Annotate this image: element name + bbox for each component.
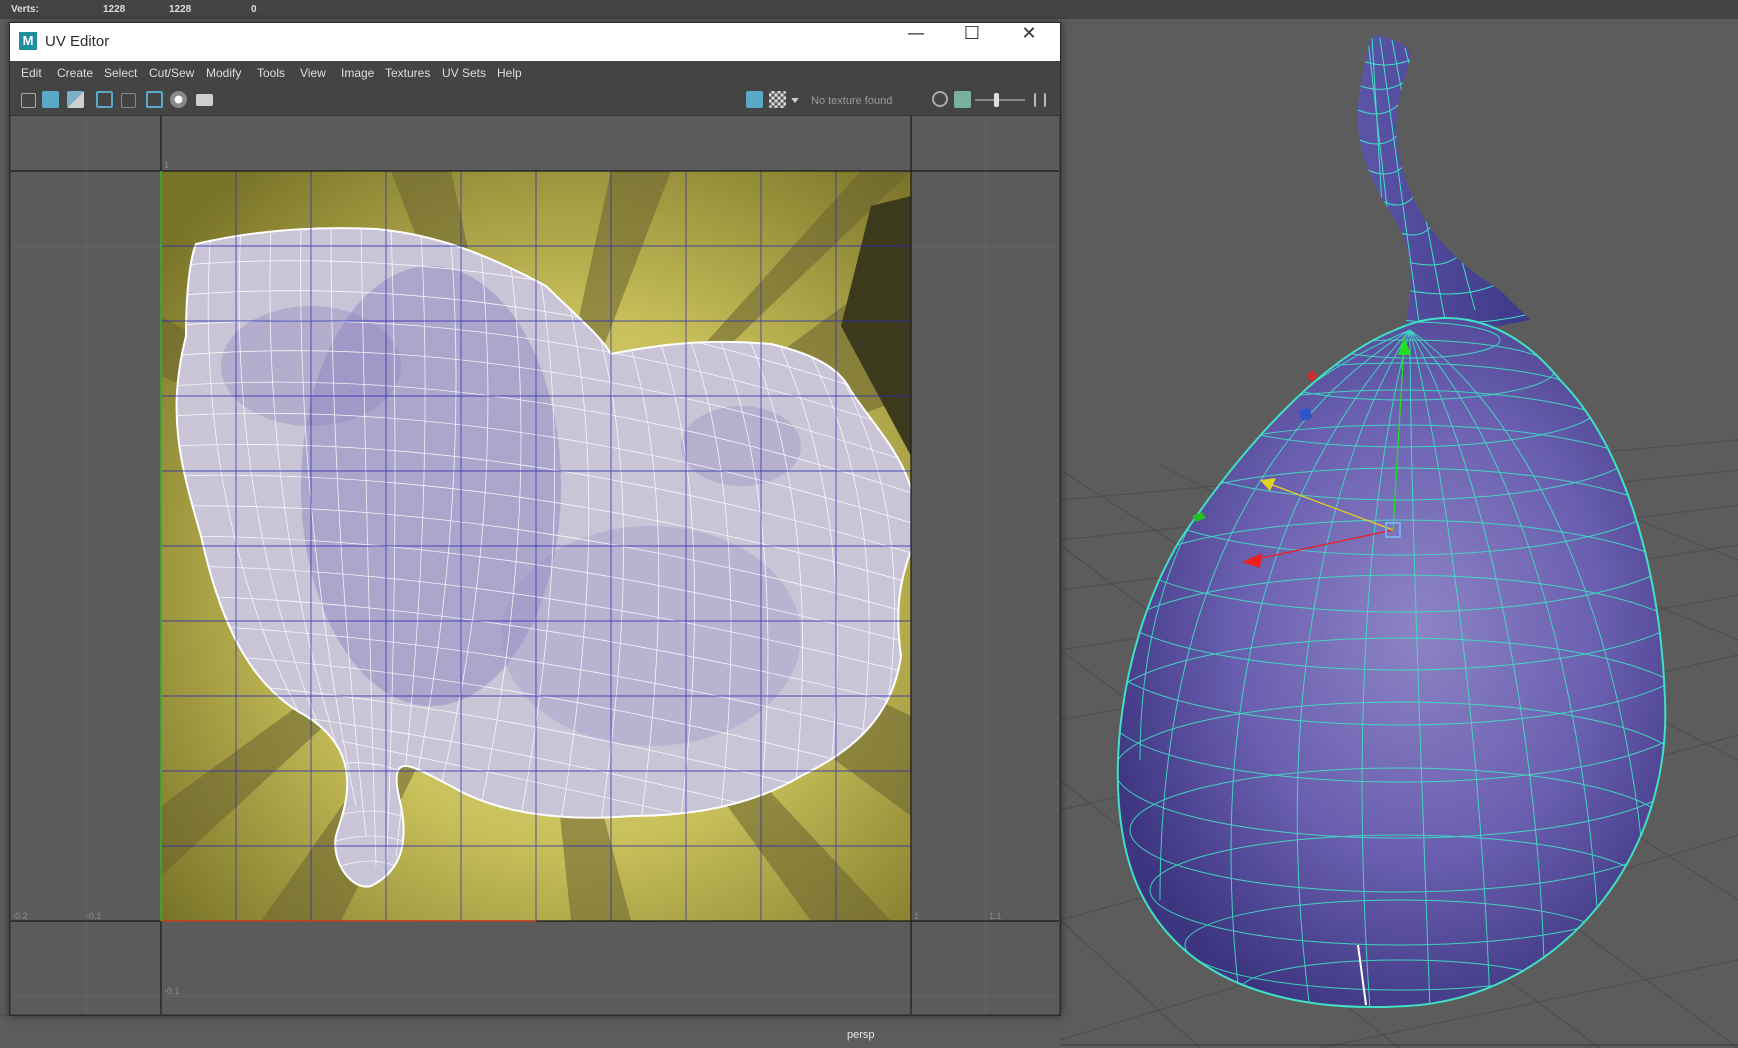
distortion-icon[interactable]	[67, 91, 84, 108]
verts-count-2: 1228	[169, 4, 192, 15]
verts-count-1: 1228	[103, 4, 126, 15]
uv-graph[interactable]	[11, 116, 1059, 1014]
uv-canvas[interactable]: -0.2 -0.1 1 1.1 1 -0.1	[11, 116, 1059, 1014]
checker-tiles-icon[interactable]	[769, 91, 786, 108]
texture-borders-icon[interactable]	[42, 91, 59, 108]
pixel-snap-icon[interactable]	[121, 93, 136, 108]
heads-up-display: Verts: 1228 1228 0	[0, 0, 1738, 19]
menu-modify[interactable]: Modify	[206, 66, 241, 80]
menu-textures[interactable]: Textures	[385, 66, 430, 80]
minimize-button[interactable]: —	[893, 23, 939, 61]
isolate-icon[interactable]	[170, 91, 187, 108]
window-titlebar[interactable]: M UV Editor — ☐ ✕	[10, 23, 1060, 61]
uv-toolbar: No texture found	[10, 85, 1060, 116]
expand-icon[interactable]	[1034, 93, 1046, 107]
grid-icon[interactable]	[96, 91, 113, 108]
axis-label-v-one: 1	[164, 160, 170, 170]
axis-label-u-11: 1.1	[989, 911, 1002, 921]
snapshot-icon[interactable]	[196, 94, 213, 106]
menu-bar: Edit Create Select Cut/Sew Modify Tools …	[10, 61, 1060, 85]
gamma-icon[interactable]	[954, 91, 971, 108]
axis-label-u-neg01: -0.1	[86, 911, 102, 921]
verts-count-3: 0	[251, 4, 257, 15]
uv-editor-window[interactable]: M UV Editor — ☐ ✕ Edit Create Select Cut…	[9, 22, 1061, 1016]
menu-view[interactable]: View	[300, 66, 326, 80]
camera-label: persp	[847, 1029, 875, 1041]
axis-label-u-one: 1	[914, 911, 920, 921]
slider-handle-icon[interactable]	[994, 93, 999, 107]
verts-label: Verts:	[11, 4, 39, 15]
texture-tile	[161, 171, 911, 921]
uv-shell-icon[interactable]	[21, 93, 36, 108]
checker-icon[interactable]	[146, 91, 163, 108]
menu-help[interactable]: Help	[497, 66, 522, 80]
maximize-button[interactable]: ☐	[949, 23, 995, 61]
exposure-slider[interactable]	[975, 99, 1025, 101]
texture-field[interactable]: No texture found	[811, 95, 892, 107]
dropdown-arrow-icon[interactable]	[791, 98, 799, 103]
menu-uv-sets[interactable]: UV Sets	[442, 66, 486, 80]
axis-label-v-neg01: -0.1	[164, 986, 180, 996]
close-button[interactable]: ✕	[1006, 23, 1052, 61]
window-title: UV Editor	[45, 33, 110, 50]
axis-label-u-neg02: -0.2	[12, 911, 28, 921]
menu-select[interactable]: Select	[104, 66, 137, 80]
image-display-icon[interactable]	[746, 91, 763, 108]
menu-image[interactable]: Image	[341, 66, 374, 80]
menu-edit[interactable]: Edit	[21, 66, 42, 80]
exposure-icon[interactable]	[932, 91, 948, 107]
menu-tools[interactable]: Tools	[257, 66, 285, 80]
menu-create[interactable]: Create	[57, 66, 93, 80]
maya-logo-icon: M	[19, 32, 37, 50]
menu-cut-sew[interactable]: Cut/Sew	[149, 66, 194, 80]
